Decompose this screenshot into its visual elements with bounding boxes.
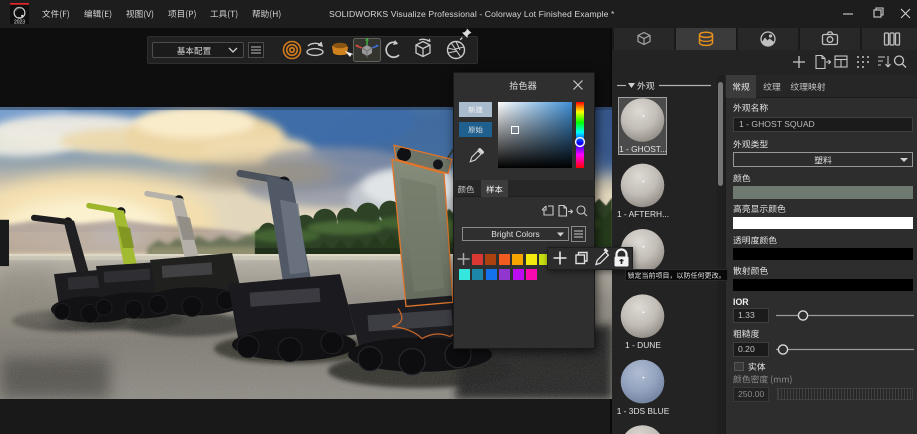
svg-text:2023: 2023: [14, 20, 25, 26]
